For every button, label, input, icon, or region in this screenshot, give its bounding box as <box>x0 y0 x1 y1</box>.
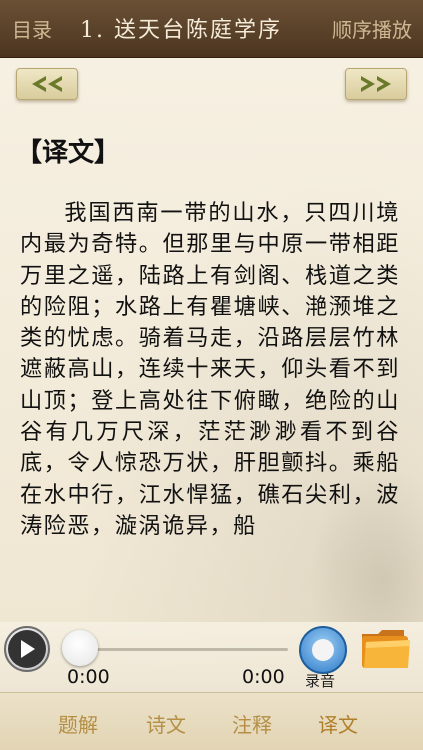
record-label: 录音 <box>305 672 336 690</box>
play-button-inner <box>8 630 46 668</box>
menu-button[interactable]: 目录 <box>12 14 52 43</box>
page-title: 1. 送天台陈庭学序 <box>80 18 282 43</box>
play-icon <box>21 640 35 658</box>
record-button[interactable] <box>299 626 347 674</box>
playback-mode-button[interactable]: 顺序播放 <box>332 14 412 43</box>
total-time: 0:00 <box>242 666 285 688</box>
tab-poem[interactable]: 诗文 <box>146 709 186 738</box>
progress-track[interactable] <box>66 648 288 651</box>
current-time: 0:00 <box>67 666 110 688</box>
double-chevron-left-icon <box>32 76 62 92</box>
play-button[interactable] <box>4 626 50 672</box>
folder-icon[interactable] <box>360 626 412 670</box>
top-bar: 目录 1. 送天台陈庭学序 顺序播放 <box>0 0 423 58</box>
double-chevron-right-icon <box>361 76 391 92</box>
translation-text: 我国西南一带的山水，只四川境内最为奇特。但那里与中原一带相距万里之遥，陆路上有剑… <box>20 200 400 539</box>
next-button[interactable] <box>345 68 407 100</box>
tab-translation[interactable]: 译文 <box>318 709 358 738</box>
tab-notes[interactable]: 注释 <box>232 709 272 738</box>
previous-button[interactable] <box>16 68 78 100</box>
audio-player: 0:00 0:00 录音 <box>0 622 423 692</box>
reading-area[interactable]: 【译文】 我国西南一带的山水，只四川境内最为奇特。但那里与中原一带相距万里之遥，… <box>0 58 423 691</box>
bottom-tab-bar: 题解 诗文 注释 译文 <box>0 692 423 750</box>
progress-slider-thumb[interactable] <box>62 630 98 666</box>
tab-intro[interactable]: 题解 <box>58 709 98 738</box>
section-heading: 【译文】 <box>16 138 121 168</box>
record-icon <box>312 639 334 661</box>
